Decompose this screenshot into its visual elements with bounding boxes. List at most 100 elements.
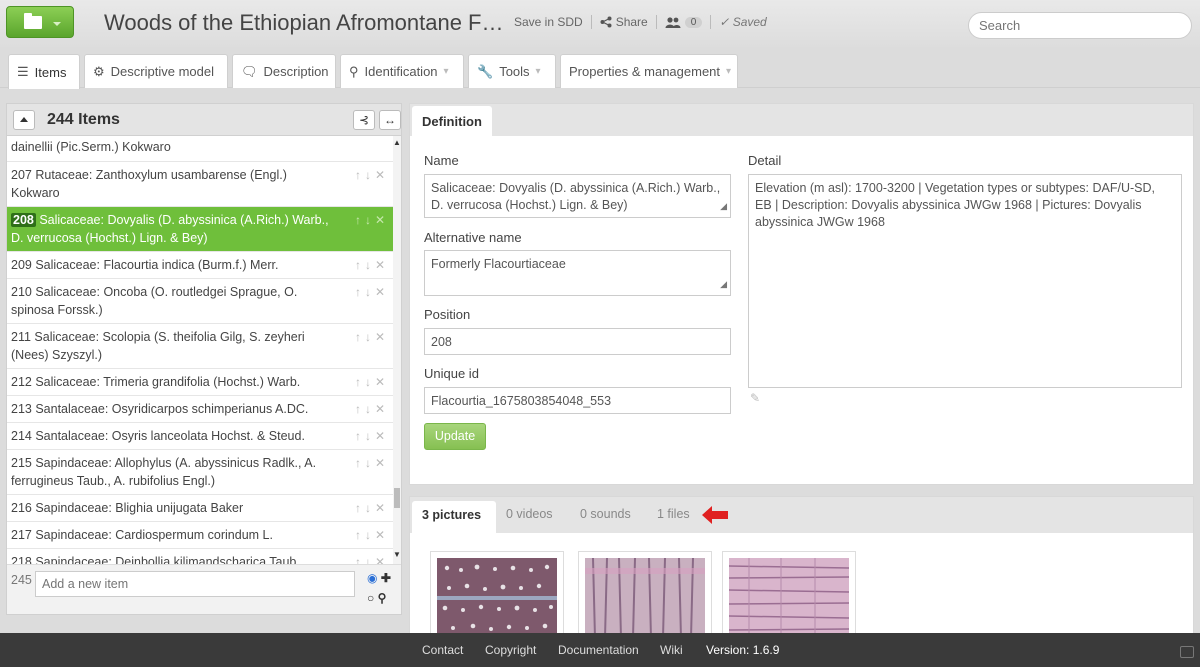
item-number: 211 bbox=[11, 330, 31, 344]
item-actions[interactable]: ↑↓✕ bbox=[355, 328, 389, 346]
save-sdd-button[interactable]: Save in SDD bbox=[514, 15, 583, 29]
update-button[interactable]: Update bbox=[424, 423, 486, 450]
scroll-thumb[interactable] bbox=[394, 488, 400, 508]
list-item[interactable]: 211 Salicaceae: Scolopia (S. theifolia G… bbox=[7, 324, 393, 369]
item-actions[interactable]: ↑↓✕ bbox=[355, 526, 389, 544]
list-item[interactable]: 213 Santalaceae: Osyridicarpos schimperi… bbox=[7, 396, 393, 423]
name-value: Salicaceae: Dovyalis (D. abyssinica (A.R… bbox=[431, 181, 721, 212]
unique-id-field[interactable]: Flacourtia_1675803854048_553 bbox=[424, 387, 731, 414]
item-label: Santalaceae: Osyridicarpos schimperianus… bbox=[35, 402, 309, 416]
divider bbox=[590, 15, 592, 29]
items-list: dainellii (Pic.Serm.) Kokwaro 207 Rutace… bbox=[7, 136, 393, 564]
item-actions[interactable]: ↑↓✕ bbox=[355, 373, 389, 391]
edit-icon[interactable]: ✎ bbox=[750, 391, 760, 405]
unique-id-label: Unique id bbox=[424, 366, 479, 381]
item-actions[interactable]: ↑↓✕ bbox=[355, 211, 389, 229]
list-item[interactable]: 217 Sapindaceae: Cardiospermum corindum … bbox=[7, 522, 393, 549]
tab-description-label: Description bbox=[263, 64, 329, 79]
tab-items[interactable]: ☰ Items bbox=[8, 54, 80, 89]
documentation-link[interactable]: Documentation bbox=[558, 643, 639, 657]
share-icon bbox=[600, 16, 612, 28]
copyright-link[interactable]: Copyright bbox=[485, 643, 536, 657]
item-label: Sapindaceae: Deinbollia kilimandscharica… bbox=[35, 555, 300, 564]
tab-videos[interactable]: 0 videos bbox=[506, 507, 553, 521]
item-actions[interactable]: ↑↓✕ bbox=[355, 427, 389, 445]
collapse-button[interactable] bbox=[13, 110, 35, 130]
alternative-name-field[interactable]: Formerly Flacourtiaceae ◢ bbox=[424, 250, 731, 296]
saved-label: Saved bbox=[732, 15, 767, 29]
document-title[interactable]: Woods of the Ethiopian Afromontane F… bbox=[104, 10, 504, 36]
screenshot-icon[interactable] bbox=[1180, 646, 1194, 658]
tab-identification[interactable]: ⚲ Identification ▾ bbox=[340, 54, 464, 88]
version-label: Version: 1.6.9 bbox=[706, 643, 780, 657]
tree-view-button[interactable]: ⊰ bbox=[353, 110, 375, 130]
contact-link[interactable]: Contact bbox=[422, 643, 463, 657]
folder-menu-button[interactable] bbox=[6, 6, 74, 38]
add-mode-radio[interactable]: ◉ ✚ bbox=[367, 571, 391, 585]
search-icon: ⚲ bbox=[377, 591, 387, 605]
list-item[interactable]: 212 Salicaceae: Trimeria grandifolia (Ho… bbox=[7, 369, 393, 396]
list-item[interactable]: 215 Sapindaceae: Allophylus (A. abyssini… bbox=[7, 450, 393, 495]
list-item[interactable]: 218 Sapindaceae: Deinbollia kilimandscha… bbox=[7, 549, 393, 564]
item-label: Sapindaceae: Cardiospermum corindum L. bbox=[35, 528, 273, 542]
tab-properties-management[interactable]: Properties & management ▾ bbox=[560, 54, 738, 88]
item-label: Santalaceae: Osyris lanceolata Hochst. &… bbox=[35, 429, 305, 443]
scroll-up-icon[interactable]: ▲ bbox=[393, 138, 401, 147]
list-item[interactable]: 207 Rutaceae: Zanthoxylum usambarense (E… bbox=[7, 162, 393, 207]
divider bbox=[710, 15, 712, 29]
search-mode-radio[interactable]: ○ ⚲ bbox=[367, 591, 386, 605]
item-number: 210 bbox=[11, 285, 32, 299]
expand-width-button[interactable]: ↔ bbox=[379, 110, 401, 130]
item-actions[interactable]: ↑↓✕ bbox=[355, 499, 389, 517]
picture-thumbnail[interactable] bbox=[430, 551, 564, 635]
wiki-link[interactable]: Wiki bbox=[660, 643, 683, 657]
share-button[interactable]: Share bbox=[600, 15, 648, 29]
chevron-down-icon: ▾ bbox=[535, 66, 541, 77]
comment-icon: 🗨 bbox=[241, 63, 258, 79]
position-field[interactable]: 208 bbox=[424, 328, 731, 355]
item-label: Salicaceae: Scolopia (S. theifolia Gilg,… bbox=[11, 330, 305, 362]
media-panel: 3 pictures 0 videos 0 sounds 1 files bbox=[409, 496, 1194, 636]
item-label: Salicaceae: Trimeria grandifolia (Hochst… bbox=[35, 375, 301, 389]
items-panel-header: 244 Items ⊰ ↔ bbox=[7, 104, 401, 136]
list-item[interactable]: 214 Santalaceae: Osyris lanceolata Hochs… bbox=[7, 423, 393, 450]
item-actions[interactable]: ↑↓✕ bbox=[355, 166, 389, 184]
item-number: 213 bbox=[11, 402, 32, 416]
item-actions[interactable]: ↑↓✕ bbox=[355, 256, 389, 274]
search-input[interactable] bbox=[968, 12, 1192, 39]
tab-description[interactable]: 🗨 Description bbox=[232, 54, 336, 88]
list-item[interactable]: 210 Salicaceae: Oncoba (O. routledgei Sp… bbox=[7, 279, 393, 324]
search-icon: ⚲ bbox=[349, 63, 359, 79]
tab-tools[interactable]: 🔧 Tools ▾ bbox=[468, 54, 556, 88]
tab-sounds[interactable]: 0 sounds bbox=[580, 507, 631, 521]
tab-definition[interactable]: Definition bbox=[412, 106, 492, 136]
footer-bar: Contact Copyright Documentation Wiki Ver… bbox=[0, 633, 1200, 667]
list-scrollbar[interactable]: ▲ ▼ bbox=[393, 136, 401, 564]
item-actions[interactable]: ↑↓✕ bbox=[355, 400, 389, 418]
users-button[interactable]: 0 bbox=[665, 16, 703, 28]
list-item-selected[interactable]: 208 Salicaceae: Dovyalis (D. abyssinica … bbox=[7, 207, 393, 252]
tab-files[interactable]: 1 files bbox=[657, 507, 690, 521]
name-field[interactable]: Salicaceae: Dovyalis (D. abyssinica (A.R… bbox=[424, 174, 731, 218]
scroll-down-icon[interactable]: ▼ bbox=[393, 550, 401, 559]
item-actions[interactable]: ↑↓✕ bbox=[355, 454, 389, 472]
item-actions[interactable]: ↑↓✕ bbox=[355, 283, 389, 301]
item-actions[interactable]: ↑↓✕ bbox=[355, 553, 389, 564]
item-number: 215 bbox=[11, 456, 32, 470]
list-item[interactable]: 209 Salicaceae: Flacourtia indica (Burm.… bbox=[7, 252, 393, 279]
tab-tools-label: Tools bbox=[499, 64, 530, 79]
resize-handle-icon[interactable]: ◢ bbox=[720, 198, 727, 215]
tab-pictures[interactable]: 3 pictures bbox=[412, 501, 496, 533]
list-item[interactable]: 216 Sapindaceae: Blighia unijugata Baker… bbox=[7, 495, 393, 522]
tab-identification-label: Identification bbox=[364, 64, 438, 79]
item-number: 212 bbox=[11, 375, 32, 389]
picture-thumbnail[interactable] bbox=[722, 551, 856, 635]
detail-field[interactable]: Elevation (m asl): 1700-3200 | Vegetatio… bbox=[748, 174, 1182, 388]
items-count: 244 Items bbox=[47, 111, 120, 128]
alternative-name-value: Formerly Flacourtiaceae bbox=[431, 257, 566, 271]
resize-handle-icon[interactable]: ◢ bbox=[720, 276, 727, 293]
add-item-input[interactable] bbox=[35, 571, 355, 597]
list-item[interactable]: dainellii (Pic.Serm.) Kokwaro bbox=[7, 136, 393, 162]
tab-descriptive-model[interactable]: ⚙ Descriptive model bbox=[84, 54, 228, 88]
picture-thumbnail[interactable] bbox=[578, 551, 712, 635]
